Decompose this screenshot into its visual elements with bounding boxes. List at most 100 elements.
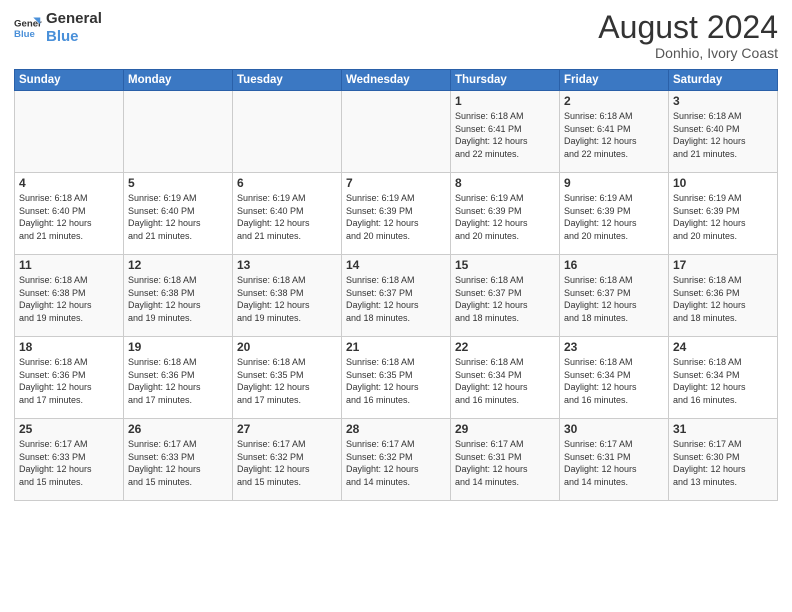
day-info: Sunrise: 6:18 AMSunset: 6:37 PMDaylight:… [564,274,664,324]
day-number: 31 [673,422,773,436]
day-info: Sunrise: 6:18 AMSunset: 6:38 PMDaylight:… [237,274,337,324]
week-row-3: 11Sunrise: 6:18 AMSunset: 6:38 PMDayligh… [15,255,778,337]
day-number: 24 [673,340,773,354]
day-cell [233,91,342,173]
day-cell: 25 Sunrise: 6:17 AMSunset: 6:33 PMDayligh… [15,419,124,501]
day-info: Sunrise: 6:17 AMSunset: 6:33 PMDaylight:… [19,438,119,488]
day-info: Sunrise: 6:18 AMSunset: 6:34 PMDaylight:… [564,356,664,406]
day-number: 4 [19,176,119,190]
day-number: 1 [455,94,555,108]
day-cell [124,91,233,173]
day-cell: 11Sunrise: 6:18 AMSunset: 6:38 PMDayligh… [15,255,124,337]
day-number: 8 [455,176,555,190]
day-cell: 27 Sunrise: 6:17 AMSunset: 6:32 PMDayligh… [233,419,342,501]
day-number: 10 [673,176,773,190]
title-block: August 2024 Donhio, Ivory Coast [598,10,778,61]
day-number: 21 [346,340,446,354]
day-cell: 31 Sunrise: 6:17 AMSunset: 6:30 PMDayligh… [669,419,778,501]
day-info: Sunrise: 6:17 AMSunset: 6:30 PMDaylight:… [673,438,773,488]
day-number: 9 [564,176,664,190]
day-cell [342,91,451,173]
day-number: 20 [237,340,337,354]
day-cell: 1Sunrise: 6:18 AMSunset: 6:41 PMDaylight… [451,91,560,173]
day-info: Sunrise: 6:17 AMSunset: 6:31 PMDaylight:… [564,438,664,488]
day-number: 6 [237,176,337,190]
day-cell: 20 Sunrise: 6:18 AMSunset: 6:35 PMDayligh… [233,337,342,419]
day-cell: 14 Sunrise: 6:18 AMSunset: 6:37 PMDayligh… [342,255,451,337]
day-info: Sunrise: 6:18 AMSunset: 6:38 PMDaylight:… [19,274,119,324]
header: General Blue General Blue August 2024 Do… [14,10,778,61]
day-info: Sunrise: 6:18 AMSunset: 6:37 PMDaylight:… [346,274,446,324]
day-cell: 4 Sunrise: 6:18 AMSunset: 6:40 PMDaylight… [15,173,124,255]
day-info: Sunrise: 6:18 AMSunset: 6:35 PMDaylight:… [346,356,446,406]
day-cell: 24 Sunrise: 6:18 AMSunset: 6:34 PMDayligh… [669,337,778,419]
weekday-sunday: Sunday [15,70,124,91]
day-cell: 13Sunrise: 6:18 AMSunset: 6:38 PMDayligh… [233,255,342,337]
week-row-1: 1 Sunrise: 6:18 AMSunset: 6:41 PMDaylight… [15,91,778,173]
page: General Blue General Blue August 2024 Do… [0,0,792,612]
day-number: 27 [237,422,337,436]
weekday-friday: Friday [560,70,669,91]
day-cell: 7Sunrise: 6:19 AMSunset: 6:39 PMDaylight… [342,173,451,255]
day-info: Sunrise: 6:18 AMSunset: 6:40 PMDaylight:… [19,192,119,242]
day-number: 29 [455,422,555,436]
day-cell: 30 Sunrise: 6:17 AMSunset: 6:31 PMDayligh… [560,419,669,501]
day-number: 25 [19,422,119,436]
day-info: Sunrise: 6:18 AMSunset: 6:34 PMDaylight:… [673,356,773,406]
day-number: 5 [128,176,228,190]
day-cell: 9 Sunrise: 6:19 AMSunset: 6:39 PMDaylight… [560,173,669,255]
day-cell: 18 Sunrise: 6:18 AMSunset: 6:36 PMDayligh… [15,337,124,419]
day-cell: 3 Sunrise: 6:18 AMSunset: 6:40 PMDaylight… [669,91,778,173]
week-row-5: 25 Sunrise: 6:17 AMSunset: 6:33 PMDayligh… [15,419,778,501]
day-cell: 19 Sunrise: 6:18 AMSunset: 6:36 PMDayligh… [124,337,233,419]
week-row-4: 18 Sunrise: 6:18 AMSunset: 6:36 PMDayligh… [15,337,778,419]
day-number: 18 [19,340,119,354]
day-info: Sunrise: 6:18 AMSunset: 6:36 PMDaylight:… [19,356,119,406]
day-info: Sunrise: 6:18 AMSunset: 6:41 PMDaylight:… [564,110,664,160]
day-cell: 28 Sunrise: 6:17 AMSunset: 6:32 PMDayligh… [342,419,451,501]
day-number: 16 [564,258,664,272]
day-info: Sunrise: 6:19 AMSunset: 6:40 PMDaylight:… [237,192,337,242]
day-info: Sunrise: 6:17 AMSunset: 6:33 PMDaylight:… [128,438,228,488]
day-number: 3 [673,94,773,108]
day-number: 12 [128,258,228,272]
location: Donhio, Ivory Coast [598,45,778,61]
day-cell: 22Sunrise: 6:18 AMSunset: 6:34 PMDayligh… [451,337,560,419]
day-number: 2 [564,94,664,108]
svg-text:Blue: Blue [14,29,35,40]
weekday-monday: Monday [124,70,233,91]
day-cell: 8 Sunrise: 6:19 AMSunset: 6:39 PMDaylight… [451,173,560,255]
day-info: Sunrise: 6:17 AMSunset: 6:32 PMDaylight:… [237,438,337,488]
day-number: 22 [455,340,555,354]
day-cell: 12Sunrise: 6:18 AMSunset: 6:38 PMDayligh… [124,255,233,337]
weekday-saturday: Saturday [669,70,778,91]
day-info: Sunrise: 6:19 AMSunset: 6:39 PMDaylight:… [455,192,555,242]
day-number: 7 [346,176,446,190]
weekday-tuesday: Tuesday [233,70,342,91]
day-number: 30 [564,422,664,436]
day-cell: 23Sunrise: 6:18 AMSunset: 6:34 PMDayligh… [560,337,669,419]
weekday-header-row: SundayMondayTuesdayWednesdayThursdayFrid… [15,70,778,91]
day-info: Sunrise: 6:19 AMSunset: 6:39 PMDaylight:… [564,192,664,242]
day-number: 14 [346,258,446,272]
day-cell: 2 Sunrise: 6:18 AMSunset: 6:41 PMDaylight… [560,91,669,173]
day-info: Sunrise: 6:18 AMSunset: 6:35 PMDaylight:… [237,356,337,406]
day-info: Sunrise: 6:17 AMSunset: 6:31 PMDaylight:… [455,438,555,488]
day-cell: 21 Sunrise: 6:18 AMSunset: 6:35 PMDayligh… [342,337,451,419]
day-info: Sunrise: 6:19 AMSunset: 6:40 PMDaylight:… [128,192,228,242]
day-info: Sunrise: 6:18 AMSunset: 6:40 PMDaylight:… [673,110,773,160]
day-info: Sunrise: 6:18 AMSunset: 6:37 PMDaylight:… [455,274,555,324]
day-cell: 17Sunrise: 6:18 AMSunset: 6:36 PMDayligh… [669,255,778,337]
weekday-wednesday: Wednesday [342,70,451,91]
day-cell: 26Sunrise: 6:17 AMSunset: 6:33 PMDayligh… [124,419,233,501]
day-number: 19 [128,340,228,354]
calendar: SundayMondayTuesdayWednesdayThursdayFrid… [14,69,778,501]
day-info: Sunrise: 6:17 AMSunset: 6:32 PMDaylight:… [346,438,446,488]
week-row-2: 4 Sunrise: 6:18 AMSunset: 6:40 PMDaylight… [15,173,778,255]
day-info: Sunrise: 6:18 AMSunset: 6:36 PMDaylight:… [128,356,228,406]
day-number: 17 [673,258,773,272]
day-number: 28 [346,422,446,436]
day-cell: 16 Sunrise: 6:18 AMSunset: 6:37 PMDayligh… [560,255,669,337]
logo: General Blue General Blue [14,10,102,46]
day-info: Sunrise: 6:19 AMSunset: 6:39 PMDaylight:… [673,192,773,242]
